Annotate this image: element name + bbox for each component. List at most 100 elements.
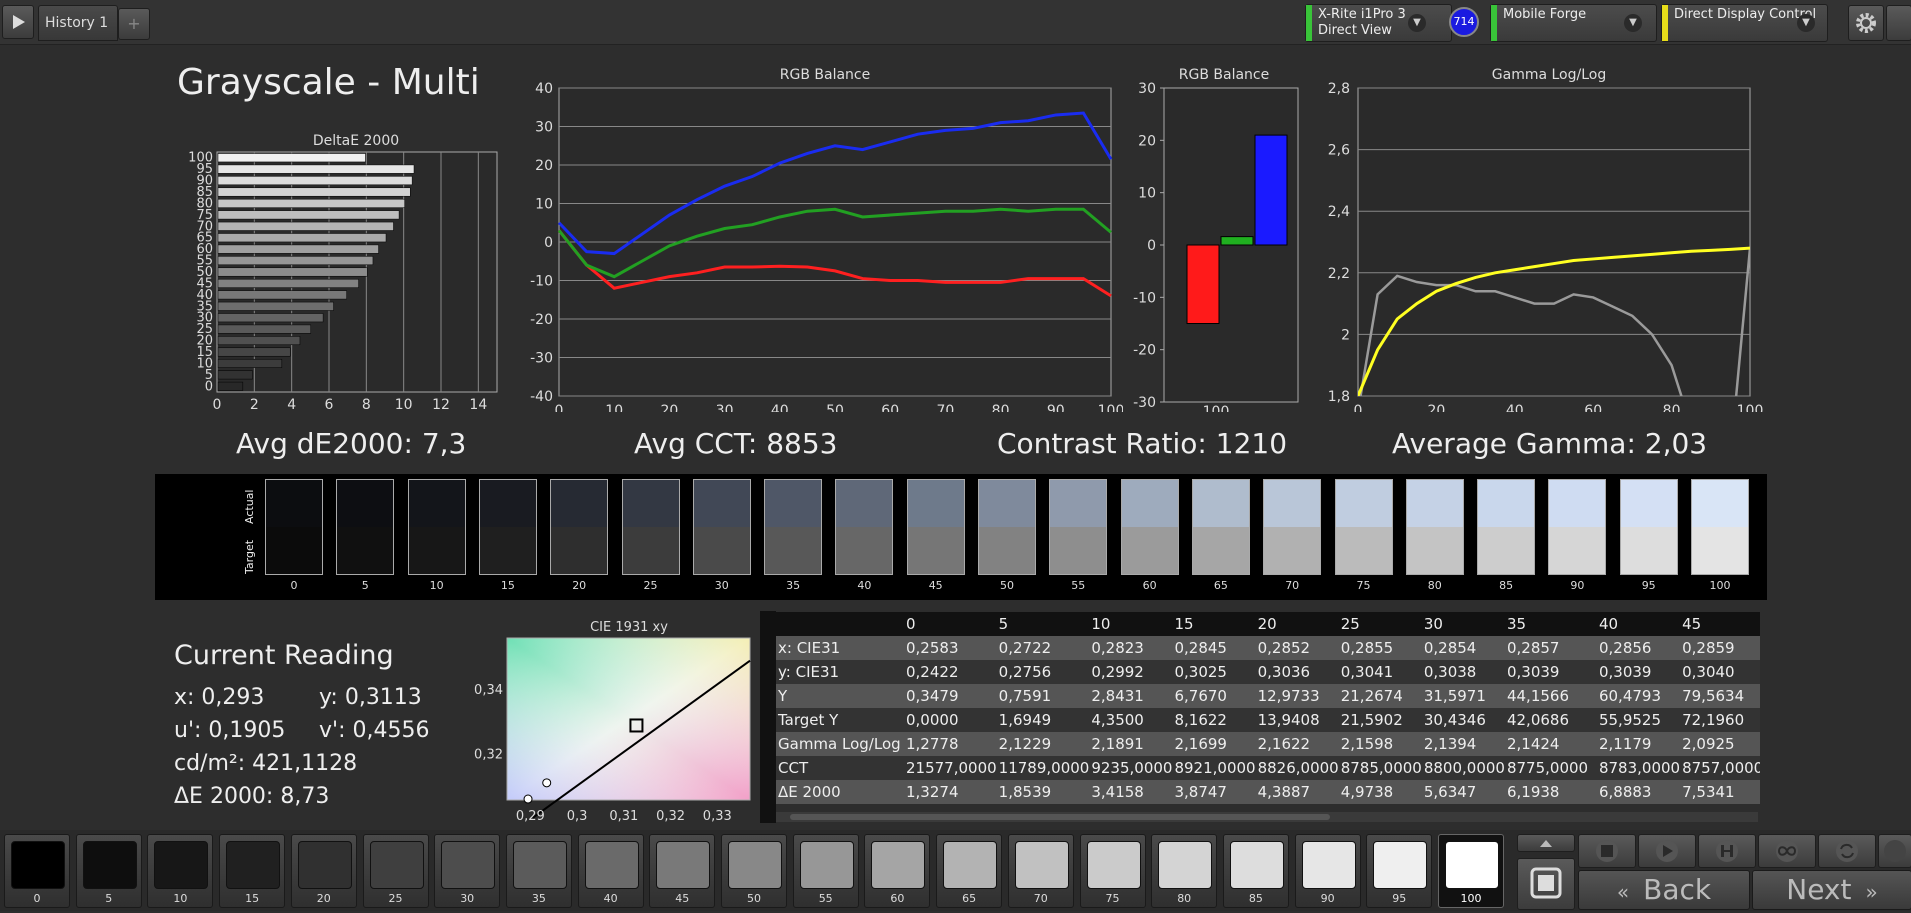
patch-button-95[interactable]: 95	[1366, 834, 1433, 908]
patch-button-70[interactable]: 70	[1007, 834, 1074, 908]
refresh-button[interactable]	[1818, 834, 1876, 868]
table-cell: 0,2859	[1680, 636, 1760, 660]
table-row[interactable]: ΔE 2000 1,3274 1,8539 3,4158 3,8747 4,3887 4,9…	[776, 780, 1760, 804]
patch-button-90[interactable]: 90	[1294, 834, 1361, 908]
x-tick-label: 4	[287, 397, 296, 413]
swatch-50	[978, 479, 1036, 575]
y-tick-label: 0,34	[474, 683, 503, 698]
patch-button-25[interactable]: 25	[362, 834, 429, 908]
patch-button-85[interactable]: 85	[1222, 834, 1289, 908]
patch-button-55[interactable]: 55	[792, 834, 859, 908]
blue-bar	[1254, 134, 1288, 246]
actual-swatch	[1264, 480, 1321, 527]
actual-swatch	[337, 480, 394, 527]
reading-y: y: 0,3113	[319, 685, 422, 710]
actual-swatch	[266, 480, 322, 527]
table-cell: 2,1622	[1255, 732, 1339, 756]
patch-button-80[interactable]: 80	[1151, 834, 1218, 908]
generator-selector[interactable]: Mobile Forge ▼	[1490, 4, 1657, 42]
patch-label: 10	[173, 892, 188, 905]
hold-icon	[1716, 840, 1738, 862]
patch-button-45[interactable]: 45	[649, 834, 716, 908]
record-button[interactable]	[1878, 834, 1911, 868]
patch-button-35[interactable]: 35	[505, 834, 572, 908]
table-cell: 2,1424	[1504, 732, 1597, 756]
record-icon	[1884, 840, 1906, 862]
table-cell: 1,6949	[996, 708, 1090, 732]
hold-button[interactable]	[1698, 834, 1756, 868]
target-swatch	[765, 527, 822, 574]
table-cell: 9235,0000	[1089, 756, 1173, 780]
target-swatch	[1121, 527, 1178, 574]
target-swatch	[1692, 527, 1748, 574]
patch-button-0[interactable]: 0	[4, 834, 70, 908]
actual-swatch	[1692, 480, 1748, 527]
y-tick-label: 0	[544, 235, 553, 251]
patch-color	[1229, 841, 1284, 889]
deltae-chart: 0 2 4 6 8 10 12 1405101520253035404550556065707…	[188, 151, 498, 413]
patch-button-50[interactable]: 50	[721, 834, 787, 908]
meter-selector[interactable]: X-Rite i1Pro 3 Direct View ▼	[1305, 4, 1452, 42]
y-tick-label: -10	[1133, 290, 1156, 306]
settings-button[interactable]	[1848, 5, 1884, 41]
back-button[interactable]: «Back	[1578, 870, 1750, 910]
table-cell: 0,7591	[996, 684, 1090, 708]
stop-button[interactable]	[1578, 834, 1636, 868]
swatch-label: 45	[928, 579, 943, 592]
play-menu-button[interactable]	[2, 5, 34, 39]
patch-button-15[interactable]: 15	[219, 834, 286, 908]
scroll-up-button[interactable]	[1517, 834, 1575, 852]
patch-button-40[interactable]: 40	[577, 834, 644, 908]
generator-name: Mobile Forge	[1503, 7, 1587, 22]
patch-button-30[interactable]: 30	[434, 834, 501, 908]
patch-button-10[interactable]: 10	[147, 834, 214, 908]
infinity-icon	[1776, 840, 1798, 862]
table-cell: 0,3039	[1596, 660, 1681, 684]
patch-button-60[interactable]: 60	[864, 834, 931, 908]
table-row[interactable]: y: CIE31 0,2422 0,2756 0,2992 0,3025 0,3036 0,…	[776, 660, 1760, 684]
y-tick-label: 0,32	[474, 748, 503, 763]
y-tick-label: 40	[535, 82, 553, 97]
tab-history-1[interactable]: History 1	[38, 5, 118, 41]
deltae-bar	[217, 347, 291, 357]
display-selector[interactable]: Direct Display Control ▼	[1661, 4, 1828, 42]
table-row[interactable]: Gamma Log/Log 1,2778 2,1229 2,1891 2,1699 2,1…	[776, 732, 1760, 756]
column-header: 20	[1255, 612, 1339, 636]
red-bar	[1186, 244, 1220, 324]
table-row[interactable]: CCT 21577,0000 11789,0000 9235,0000 8921,000…	[776, 756, 1760, 780]
y-tick-label: 2,6	[1328, 143, 1350, 159]
table-cell: 0,3040	[1680, 660, 1760, 684]
patch-button-20[interactable]: 20	[290, 834, 357, 908]
patch-button-75[interactable]: 75	[1079, 834, 1146, 908]
table-scrollbar[interactable]	[776, 812, 1758, 822]
refresh-icon	[1836, 840, 1858, 862]
swatch-label: 30	[714, 579, 729, 592]
column-header: 0	[904, 612, 997, 636]
y-tick-label: -30	[1133, 395, 1156, 411]
table-scrollbar-thumb[interactable]	[790, 814, 1330, 820]
patch-button-65[interactable]: 65	[936, 834, 1003, 908]
table-row[interactable]: x: CIE31 0,2583 0,2722 0,2823 0,2845 0,2852 0,…	[776, 636, 1760, 660]
table-row[interactable]: Y 0,3479 0,7591 2,8431 6,7670 12,9733 21,2674 3…	[776, 684, 1760, 708]
play-button[interactable]	[1638, 834, 1696, 868]
x-tick-label: 14	[469, 397, 487, 413]
deltae-bar	[217, 267, 368, 277]
patch-button-100[interactable]: 100	[1438, 834, 1504, 908]
x-tick-label: 100	[1737, 403, 1764, 412]
stop-square-icon	[1596, 840, 1618, 862]
row-label: Y	[776, 684, 904, 708]
deltae-bar	[217, 290, 347, 300]
patch-button-5[interactable]: 5	[75, 834, 142, 908]
stop-measure-button[interactable]	[1517, 858, 1575, 910]
table-row[interactable]: Target Y 0,0000 1,6949 4,3500 8,1622 13,9408 2…	[776, 708, 1760, 732]
target-swatch	[479, 527, 536, 574]
collapse-panel-button[interactable]	[1886, 5, 1911, 41]
table-cell: 30,4346	[1421, 708, 1505, 732]
add-tab-button[interactable]: +	[118, 8, 150, 40]
x-tick-label: 80	[1663, 403, 1681, 412]
next-button[interactable]: Next»	[1752, 870, 1911, 910]
continuous-button[interactable]	[1758, 834, 1816, 868]
plot-area	[1357, 87, 1751, 397]
meter-badge[interactable]: 714	[1449, 7, 1479, 37]
swatch-label: 40	[857, 579, 872, 592]
